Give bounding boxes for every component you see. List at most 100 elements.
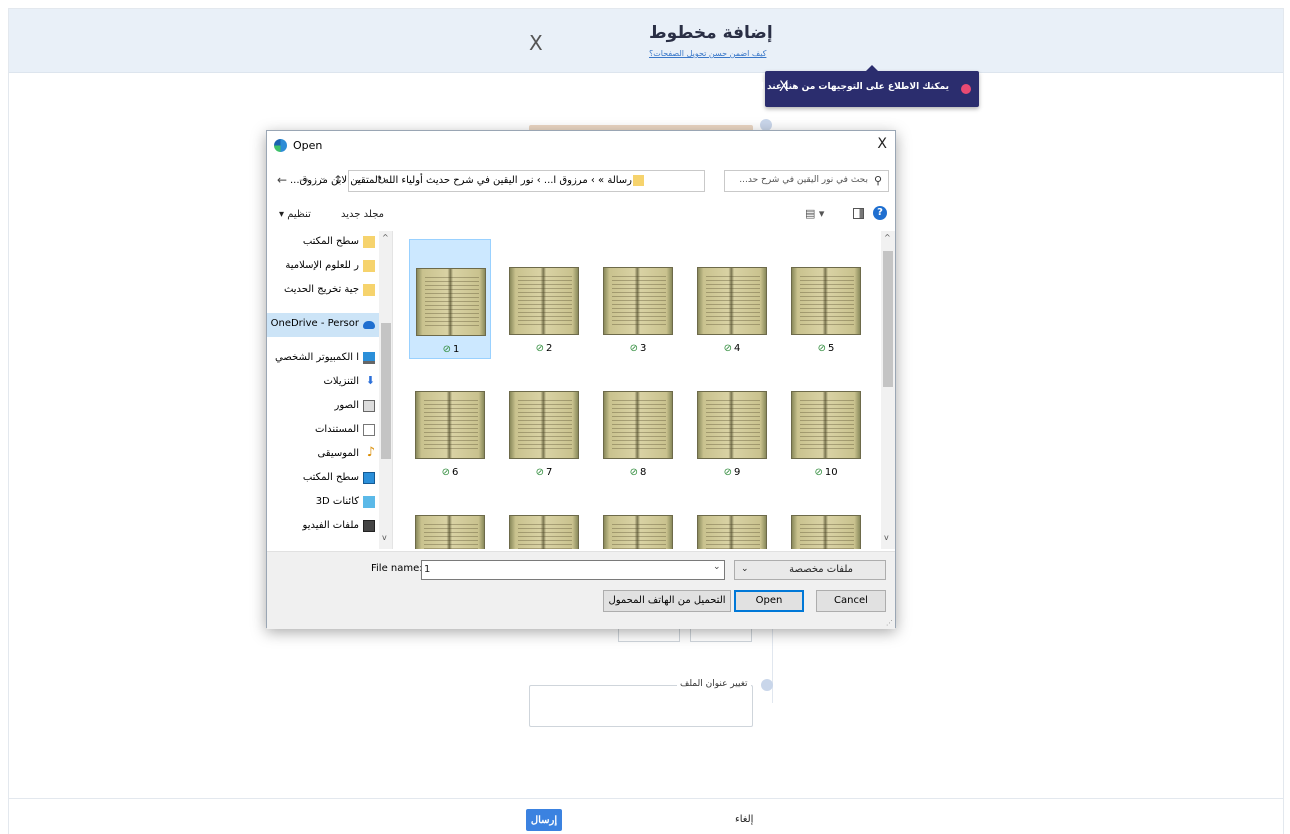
rename-file-label: تغيير عنوان الملف [677,679,751,689]
file-tile[interactable]: ⊘ 9 [691,363,773,483]
nav-item[interactable]: ا الكمبيوتر الشخصي [267,347,379,371]
file-tile[interactable]: ⊘ 1 [409,239,491,359]
file-tile[interactable] [785,487,867,549]
file-tile[interactable]: ⊘ 7 [503,363,585,483]
nav-item-label: سطح المكتب [302,236,359,247]
nav-item[interactable]: المستندات [267,419,379,443]
preview-pane-icon[interactable] [853,208,864,219]
file-name: 2 [546,343,553,354]
manuscript-thumbnail [416,268,486,336]
nav-item[interactable]: ♪ الموسيقى [267,443,379,467]
nav-item[interactable]: ⬇ التنزيلات [267,371,379,395]
file-tile-label: ⊘ 8 [597,467,679,478]
file-tile[interactable]: ⊘ 8 [597,363,679,483]
download-icon: ⬇ [365,374,375,387]
nav-item-label: التنزيلات [323,376,359,387]
nav-item-label: سطح المكتب [302,472,359,483]
nav-item-label: ملفات الفيديو [302,520,359,531]
file-name: 6 [452,467,459,478]
nav-item[interactable]: جية تخريج الحديث [267,279,379,303]
file-name: 5 [828,343,835,354]
cancel-button[interactable]: Cancel [816,590,886,612]
resize-grip-icon[interactable]: ⋰ [886,619,893,627]
nav-item-label: جية تخريج الحديث [283,284,359,295]
help-link[interactable]: كيف اضمن حسن تحويل الصفحات؟ [649,49,766,58]
onedrive-icon [363,321,375,329]
nav-item-label: المستندات [314,424,359,435]
nav-item[interactable]: سطح المكتب [267,231,379,255]
file-name: 4 [734,343,741,354]
file-tile[interactable]: ⊘ 10 [785,363,867,483]
file-name: 10 [824,467,838,478]
sync-status-icon: ⊘ [814,467,823,478]
scroll-down-icon[interactable]: v [382,533,387,542]
sync-status-icon: ⊘ [723,343,732,354]
manuscript-thumbnail [791,267,861,335]
nav-scrollbar[interactable]: ^ v [379,231,392,549]
file-tile[interactable]: ⊘ 4 [691,239,773,359]
file-tile-label: ⊘ 10 [785,467,867,478]
help-icon[interactable]: ? [873,206,887,220]
open-button[interactable]: Open [734,590,804,612]
manuscript-thumbnail [603,391,673,459]
close-icon[interactable]: X [529,31,543,55]
refresh-icon[interactable]: ↻ [377,174,386,187]
nav-item[interactable]: OneDrive - Persor [267,313,379,337]
desktop-icon [363,472,375,484]
3d-objects-icon [363,496,375,508]
scroll-up-icon[interactable]: ^ [382,233,389,242]
new-folder-button[interactable]: مجلد جديد [341,209,384,220]
sync-status-icon: ⊘ [723,467,732,478]
nav-item[interactable]: كائنات 3D [267,491,379,515]
pictures-icon [363,400,375,412]
file-name: 8 [640,467,647,478]
scroll-down-icon[interactable]: v [884,533,889,542]
back-icon[interactable]: ← [277,173,287,187]
address-bar[interactable]: رسالة » › مرزوق ا... › نور اليقين في شرح… [290,170,705,192]
nav-scroll-thumb[interactable] [381,323,391,459]
file-tile-label: ⊘ 1 [410,344,492,355]
navigation-pane: سطح المكتب ر للعلوم الإسلامية جية تخريج ال… [267,231,393,549]
file-name-input[interactable]: 1 [421,560,725,580]
file-tile[interactable]: ⊘ 3 [597,239,679,359]
file-tile[interactable] [597,487,679,549]
computer-icon [363,352,375,364]
scroll-up-icon[interactable]: ^ [884,233,891,242]
file-tile[interactable] [691,487,773,549]
manuscript-thumbnail [509,391,579,459]
nav-item-label: OneDrive - Persor [270,318,359,329]
dialog-close-icon[interactable]: X [877,136,887,152]
send-button[interactable]: إرسال [526,809,562,831]
file-name: 9 [734,467,741,478]
file-tile[interactable]: ⊘ 6 [409,363,491,483]
dialog-titlebar[interactable]: Open X [267,131,895,161]
sync-status-icon: ⊘ [441,467,450,478]
cancel-link[interactable]: إلغاء [735,814,753,825]
manuscript-thumbnail [791,515,861,549]
rename-file-input[interactable] [529,685,753,727]
file-list: ⊘ 1 ⊘ 2 ⊘ 3 ⊘ 4 ⊘ 5 ⊘ 6 ⊘ 7 ⊘ 8 ⊘ 9 ⊘ 10 ^ v [395,231,895,549]
change-view-icon[interactable]: ▤ ▾ [805,207,824,220]
mobile-upload-button[interactable]: التحميل من الهاتف المحمول [603,590,731,612]
manuscript-thumbnail [697,515,767,549]
tooltip-arrow [866,65,878,71]
file-tile[interactable]: ⊘ 5 [785,239,867,359]
file-tile[interactable] [503,487,585,549]
file-name-dropdown-icon[interactable]: ⌄ [713,562,721,572]
search-input[interactable]: ⚲ بحث في نور اليقين في شرح حد... [724,170,889,192]
nav-item-label: ر للعلوم الإسلامية [285,260,359,271]
chevron-down-icon[interactable]: ⌄ [355,175,363,185]
file-list-scroll-thumb[interactable] [883,251,893,387]
file-list-scrollbar[interactable]: ^ v [881,231,895,549]
file-tile[interactable] [409,487,491,549]
organize-button[interactable]: تنظيم ▾ [279,209,311,220]
address-row: ← → ⌄ ↑ رسالة » › مرزوق ا... › نور اليقي… [267,168,895,194]
nav-item[interactable]: ر للعلوم الإسلامية [267,255,379,279]
nav-item[interactable]: ملفات الفيديو [267,515,379,539]
file-tile[interactable]: ⊘ 2 [503,239,585,359]
sync-status-icon: ⊘ [535,343,544,354]
nav-item-label: كائنات 3D [315,496,359,507]
file-type-select[interactable]: ملفات مخصصة ⌄ [734,560,886,580]
nav-item[interactable]: الصور [267,395,379,419]
nav-item[interactable]: سطح المكتب [267,467,379,491]
